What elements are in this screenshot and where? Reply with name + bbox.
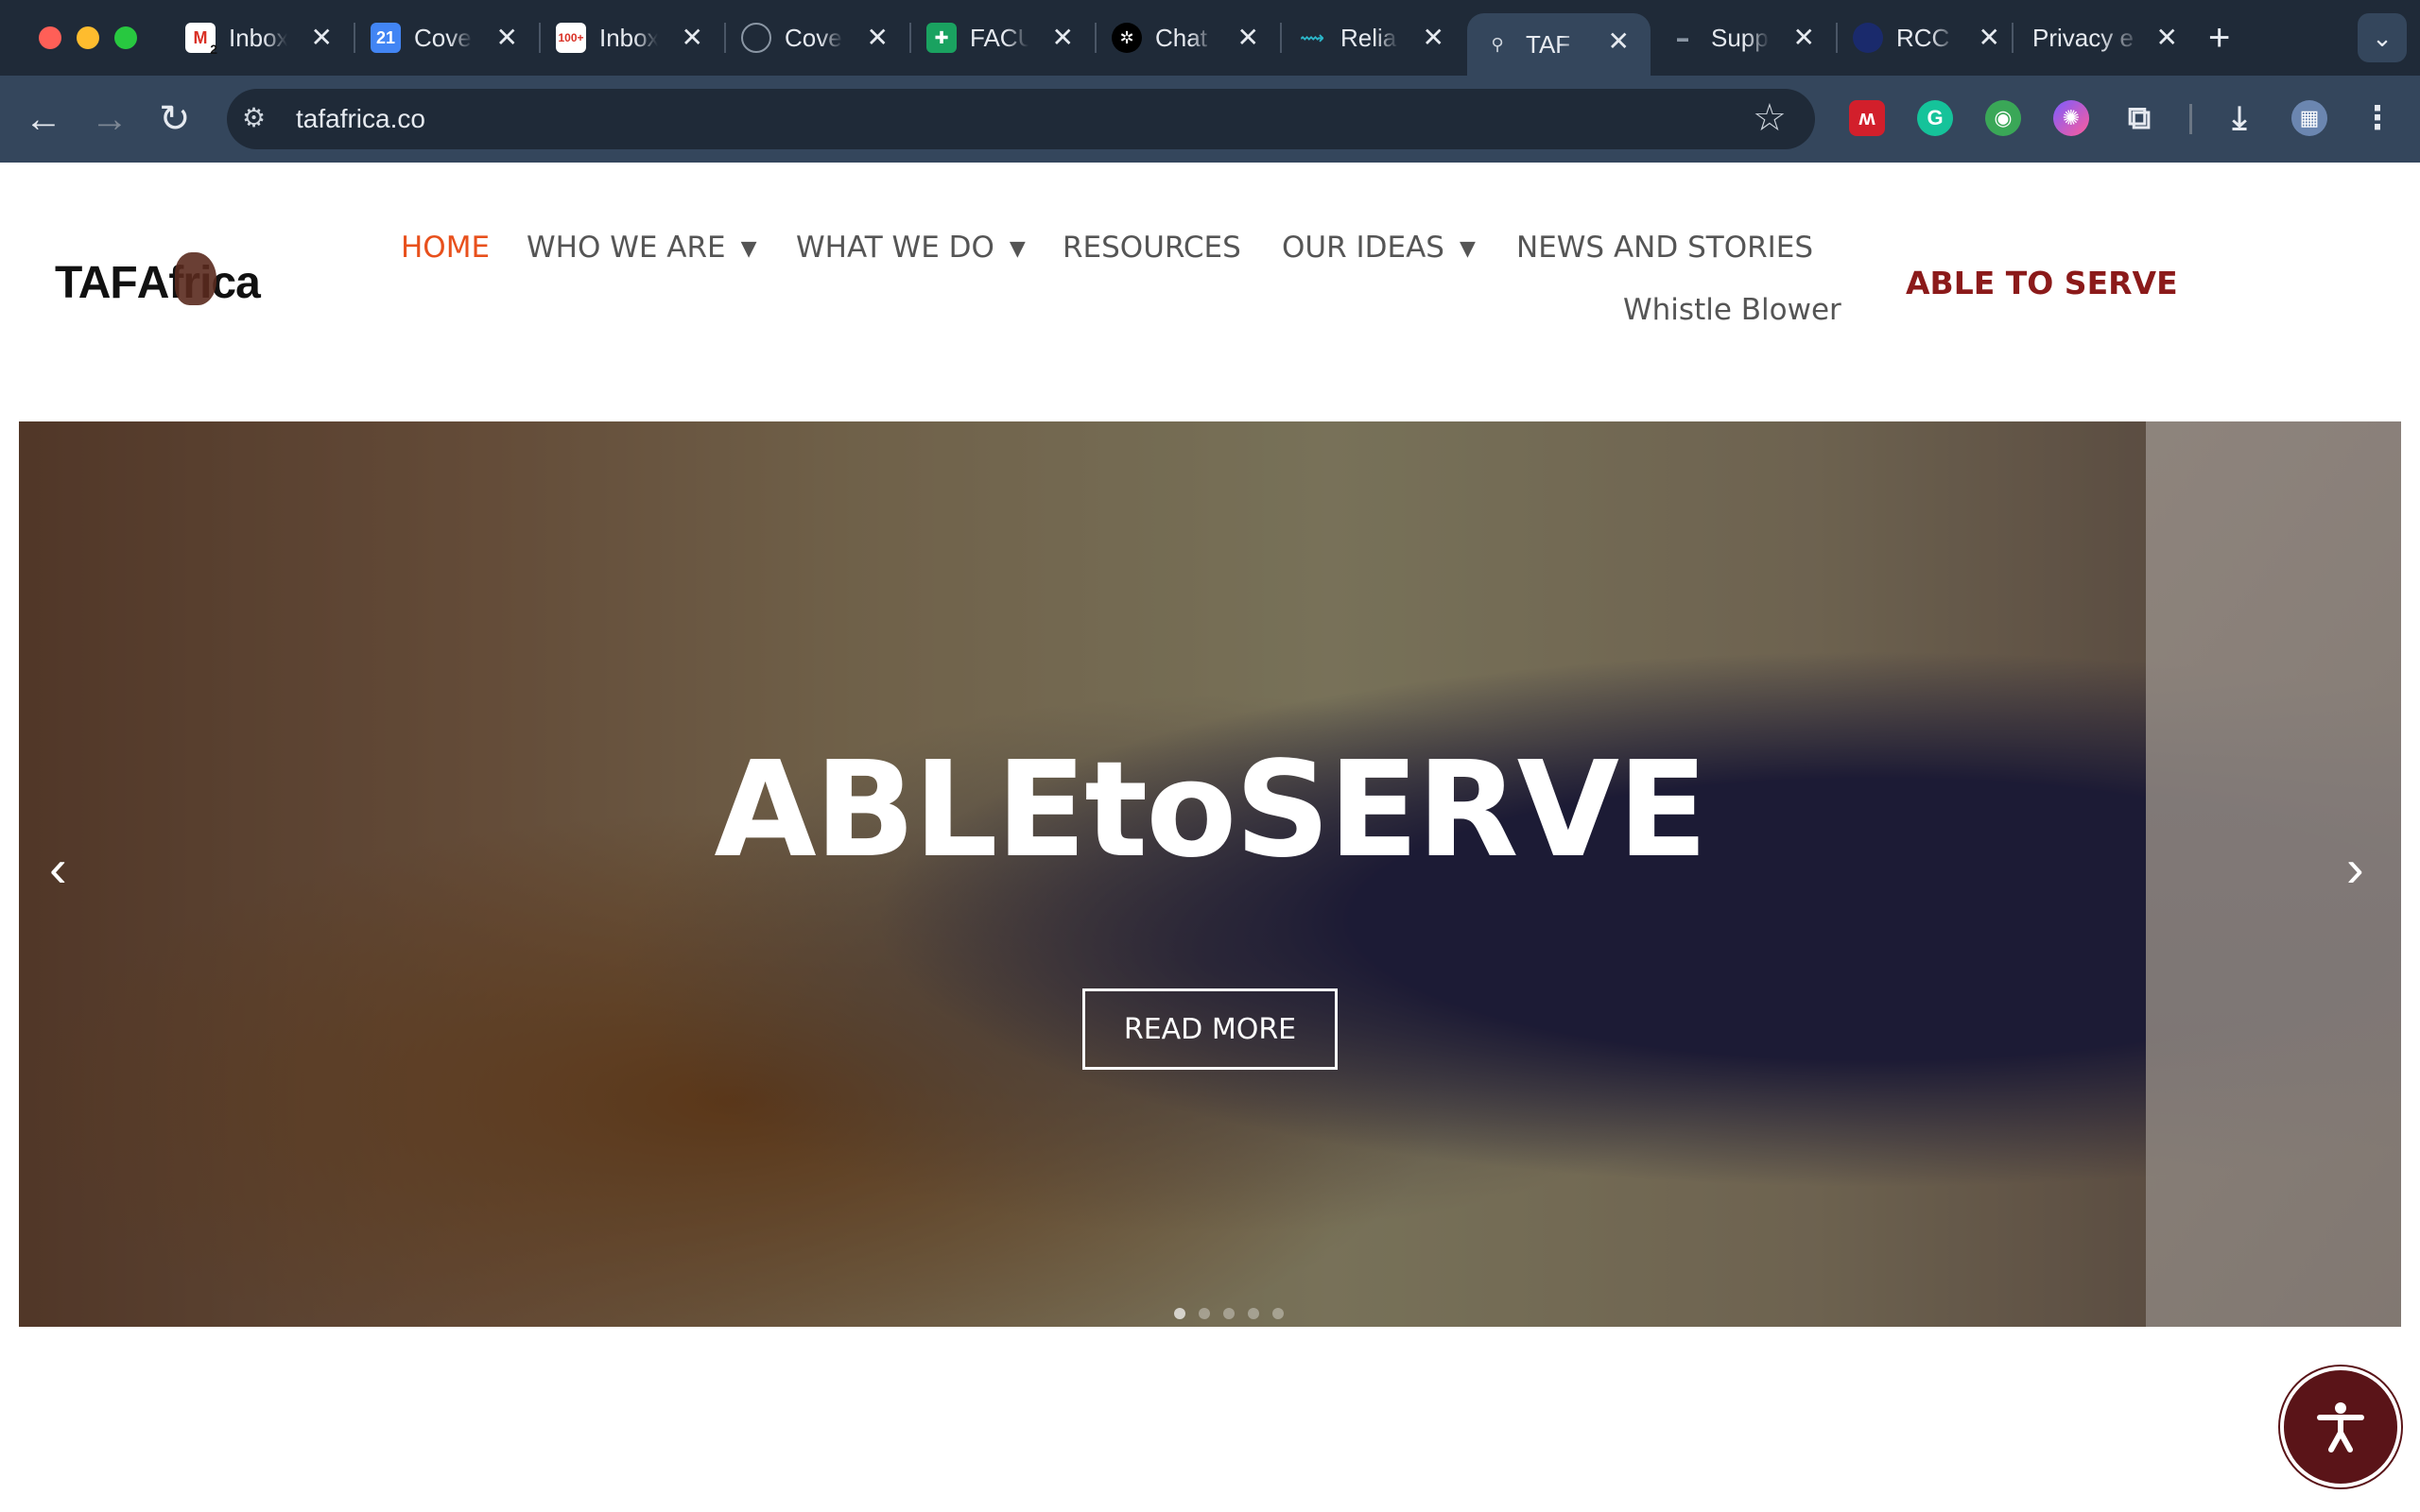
browser-tab[interactable]: 21 Cove ✕ bbox=[355, 11, 539, 64]
hero-title: ABLEtoSERVE bbox=[714, 733, 1707, 887]
browser-tab-active[interactable]: ⚲ TAF ✕ bbox=[1467, 13, 1651, 76]
nav-our-ideas[interactable]: OUR IDEAS ▼ bbox=[1282, 231, 1476, 265]
tab-strip: M2 Inbox ✕ 21 Cove ✕ 100+ Inbox ✕ Cove ✕… bbox=[0, 0, 2420, 76]
nav-news-and-stories[interactable]: NEWS AND STORIES bbox=[1516, 231, 1813, 265]
browser-tab[interactable]: 100+ Inbox ✕ bbox=[541, 11, 724, 64]
caret-down-icon: ▼ bbox=[740, 237, 757, 261]
new-tab-button[interactable]: + bbox=[2208, 17, 2230, 60]
toolbar-divider bbox=[2189, 104, 2192, 134]
close-tab-icon[interactable]: ✕ bbox=[2156, 23, 2178, 53]
forward-arrow-icon[interactable]: → bbox=[91, 94, 129, 144]
web-page: TAFAfrica HOME WHO WE ARE▼ WHAT WE DO▼ R… bbox=[0, 163, 2420, 1512]
site-logo[interactable]: TAFAfrica bbox=[55, 252, 261, 309]
download-icon[interactable]: ⤓ bbox=[2221, 100, 2257, 136]
browser-tab[interactable]: M2 Inbox ✕ bbox=[170, 11, 354, 64]
reliance-icon: ⟿ bbox=[1300, 27, 1324, 47]
seal-icon bbox=[741, 23, 771, 53]
nav-resources[interactable]: RESOURCES bbox=[1063, 231, 1241, 265]
nav-able-to-serve[interactable]: ABLE TO SERVE bbox=[1906, 265, 2178, 301]
close-tab-icon[interactable]: ✕ bbox=[1979, 23, 2000, 53]
mendeley-extension-icon[interactable]: ʍ bbox=[1849, 100, 1885, 136]
nav-who-we-are[interactable]: WHO WE ARE ▼ bbox=[527, 231, 757, 265]
accessibility-person-icon bbox=[2317, 1402, 2364, 1452]
slider-next-icon[interactable]: › bbox=[2346, 837, 2364, 899]
gmail-icon: 100+ bbox=[556, 23, 586, 53]
rcc-icon bbox=[1853, 23, 1883, 53]
profile-avatar[interactable]: ▦ bbox=[2291, 100, 2327, 136]
close-tab-icon[interactable]: ✕ bbox=[867, 23, 889, 53]
close-tab-icon[interactable]: ✕ bbox=[1793, 23, 1815, 53]
android-extension-icon[interactable]: ◉ bbox=[1985, 100, 2021, 136]
taf-icon: ⚲ bbox=[1491, 34, 1504, 54]
grammarly-extension-icon[interactable]: G bbox=[1917, 100, 1953, 136]
browser-tab[interactable]: Privacy e ✕ bbox=[2015, 11, 2199, 64]
back-arrow-icon[interactable]: ← bbox=[25, 94, 62, 144]
close-tab-icon[interactable]: ✕ bbox=[1052, 23, 1074, 53]
support-icon: ▬ bbox=[1677, 31, 1688, 44]
close-window-button[interactable] bbox=[39, 26, 61, 49]
slider-dot[interactable] bbox=[1272, 1308, 1284, 1319]
nav-home[interactable]: HOME bbox=[401, 231, 490, 265]
tab-search-button[interactable]: ⌄ bbox=[2358, 13, 2407, 62]
accessibility-button[interactable] bbox=[2280, 1366, 2401, 1487]
close-tab-icon[interactable]: ✕ bbox=[682, 23, 703, 53]
brain-extension-icon[interactable]: ✺ bbox=[2053, 100, 2089, 136]
read-more-button[interactable]: READ MORE bbox=[1082, 988, 1338, 1070]
slider-dot[interactable] bbox=[1248, 1308, 1259, 1319]
address-bar[interactable] bbox=[227, 89, 1815, 149]
browser-tab[interactable]: RCC ✕ bbox=[1838, 11, 2021, 64]
site-settings-icon[interactable]: ⚙ bbox=[242, 102, 276, 136]
slider-dots bbox=[1174, 1308, 1284, 1319]
close-tab-icon[interactable]: ✕ bbox=[496, 23, 518, 53]
google-calendar-icon: 21 bbox=[371, 23, 401, 53]
google-sheets-icon: ✚ bbox=[926, 23, 957, 53]
caret-down-icon: ▼ bbox=[1009, 237, 1026, 261]
slider-dot[interactable] bbox=[1199, 1308, 1210, 1319]
close-tab-icon[interactable]: ✕ bbox=[311, 23, 333, 53]
maximize-window-button[interactable] bbox=[114, 26, 137, 49]
slider-dot[interactable] bbox=[1223, 1308, 1235, 1319]
gmail-icon: M2 bbox=[185, 23, 217, 57]
nav-whistle-blower[interactable]: Whistle Blower bbox=[1623, 293, 1841, 327]
slider-dot[interactable] bbox=[1174, 1308, 1185, 1319]
close-tab-icon[interactable]: ✕ bbox=[1237, 23, 1259, 53]
nav-what-we-do[interactable]: WHAT WE DO ▼ bbox=[796, 231, 1026, 265]
browser-tab[interactable]: ✚ FACU ✕ bbox=[911, 11, 1095, 64]
browser-tab[interactable]: ⟿ Relia ✕ bbox=[1282, 11, 1465, 64]
reload-icon[interactable]: ↻ bbox=[159, 94, 191, 144]
extensions-puzzle-icon[interactable]: ⧉ bbox=[2121, 100, 2157, 136]
africa-map-icon bbox=[174, 252, 216, 305]
openai-icon: ✲ bbox=[1112, 23, 1142, 53]
hero-slider: ABLEtoSERVE READ MORE ‹ › bbox=[19, 421, 2401, 1327]
url-text[interactable]: tafafrica.co bbox=[296, 102, 425, 136]
caret-down-icon: ▼ bbox=[1459, 237, 1476, 261]
browser-menu-icon[interactable]: ⋮ bbox=[2360, 100, 2395, 136]
browser-tab[interactable]: ▬ Supp ✕ bbox=[1652, 11, 1836, 64]
close-tab-icon[interactable]: ✕ bbox=[1423, 23, 1444, 53]
close-tab-icon[interactable]: ✕ bbox=[1608, 26, 1630, 57]
slider-prev-icon[interactable]: ‹ bbox=[49, 837, 67, 899]
browser-tab[interactable]: Cove ✕ bbox=[726, 11, 909, 64]
minimize-window-button[interactable] bbox=[77, 26, 99, 49]
bookmark-star-icon[interactable]: ☆ bbox=[1753, 96, 1787, 140]
browser-tab[interactable]: ✲ Chat ✕ bbox=[1097, 11, 1280, 64]
